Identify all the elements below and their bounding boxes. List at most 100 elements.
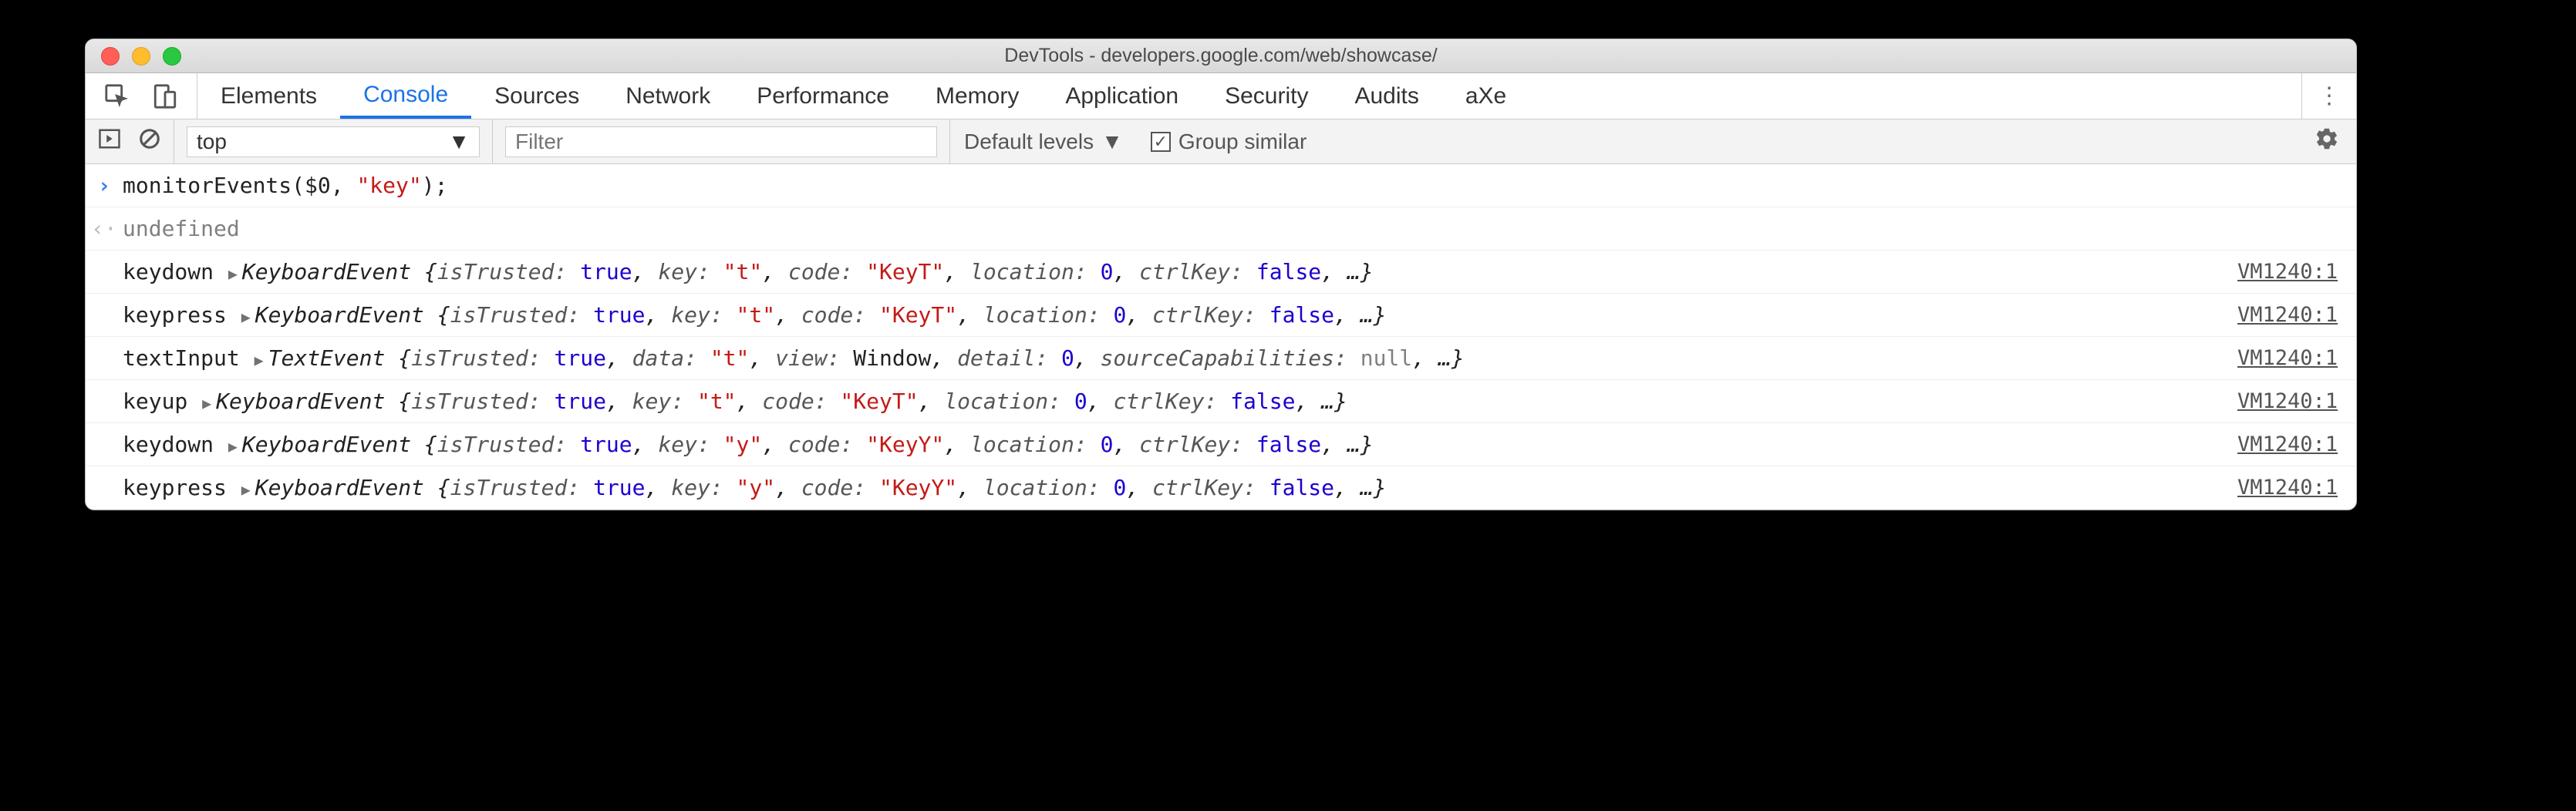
chevron-down-icon: ▼ [448, 130, 470, 154]
source-link[interactable]: VM1240:1 [2219, 476, 2356, 500]
prop-name: key: [658, 259, 723, 284]
expand-icon[interactable]: ▶ [241, 308, 251, 326]
prop-name: location: [983, 302, 1114, 328]
prop-name: code: [788, 259, 866, 284]
event-type: KeyboardEvent [255, 475, 437, 500]
prop-value: false [1230, 389, 1295, 414]
prop-name: detail: [957, 345, 1061, 371]
prop-name: key: [658, 432, 723, 457]
prop-name: isTrusted: [411, 345, 554, 371]
prop-value: null [1360, 345, 1412, 371]
event-label: textInput [123, 345, 253, 371]
event-label: keydown [123, 432, 227, 457]
code-text: monitorEvents($0, [123, 173, 356, 198]
prop-value: Window [853, 345, 931, 371]
console-event-row: keydown ▶KeyboardEvent {isTrusted: true,… [86, 423, 2356, 466]
maximize-icon[interactable] [163, 47, 181, 66]
tab-security[interactable]: Security [1202, 73, 1331, 119]
prop-name: ctrlKey: [1139, 432, 1256, 457]
prop-value: "KeyY" [879, 475, 957, 500]
prop-name: isTrusted: [437, 259, 580, 284]
devtools-window: DevTools - developers.google.com/web/sho… [85, 39, 2357, 510]
show-console-sidebar-icon[interactable] [98, 127, 121, 156]
prop-value: false [1256, 259, 1321, 284]
prop-value: "t" [697, 389, 737, 414]
tab-application[interactable]: Application [1042, 73, 1202, 119]
event-type: KeyboardEvent [242, 432, 424, 457]
filter-input[interactable] [505, 126, 937, 157]
source-link[interactable]: VM1240:1 [2219, 389, 2356, 413]
prompt-icon: › [98, 173, 111, 198]
tab-console[interactable]: Console [340, 73, 471, 119]
tab-network[interactable]: Network [602, 73, 733, 119]
chevron-down-icon: ▼ [1101, 130, 1123, 154]
event-label: keyup [123, 389, 201, 414]
inspect-element-icon[interactable] [104, 83, 130, 109]
console-toolbar: top ▼ Default levels ▼ ✓ Group similar [86, 119, 2356, 164]
log-levels-select[interactable]: Default levels ▼ [950, 130, 1137, 154]
prop-name: isTrusted: [437, 432, 580, 457]
source-link[interactable]: VM1240:1 [2219, 346, 2356, 370]
expand-icon[interactable]: ▶ [228, 437, 238, 456]
prop-name: sourceCapabilities: [1101, 345, 1360, 371]
prop-name: code: [762, 389, 840, 414]
result-value: undefined [123, 216, 240, 241]
prop-value: "y" [737, 475, 776, 500]
prop-name: key: [632, 389, 697, 414]
minimize-icon[interactable] [132, 47, 150, 66]
prop-name: ctrlKey: [1139, 259, 1256, 284]
prop-value: true [555, 345, 606, 371]
console-input-row[interactable]: › monitorEvents($0, "key"); [86, 164, 2356, 207]
prop-name: isTrusted: [450, 475, 593, 500]
tab-axe[interactable]: aXe [1442, 73, 1529, 119]
prop-value: "t" [723, 259, 763, 284]
prop-value: "KeyY" [866, 432, 944, 457]
group-similar-checkbox[interactable]: ✓ [1151, 132, 1171, 152]
console-event-row: keydown ▶KeyboardEvent {isTrusted: true,… [86, 251, 2356, 294]
expand-icon[interactable]: ▶ [255, 351, 264, 369]
prop-value: false [1269, 475, 1334, 500]
clear-console-icon[interactable] [138, 127, 161, 156]
close-icon[interactable] [101, 47, 120, 66]
event-label: keypress [123, 302, 240, 328]
prop-value: true [580, 432, 632, 457]
source-link[interactable]: VM1240:1 [2219, 260, 2356, 284]
window-title: DevTools - developers.google.com/web/sho… [86, 45, 2356, 67]
code-text: ); [422, 173, 448, 198]
source-link[interactable]: VM1240:1 [2219, 432, 2356, 456]
prop-name: location: [944, 389, 1074, 414]
prop-name: location: [983, 475, 1114, 500]
expand-icon[interactable]: ▶ [228, 264, 238, 283]
device-toolbar-icon[interactable] [152, 83, 178, 109]
prop-value: false [1269, 302, 1334, 328]
tab-audits[interactable]: Audits [1331, 73, 1441, 119]
titlebar: DevTools - developers.google.com/web/sho… [86, 39, 2356, 73]
console-event-row: textInput ▶TextEvent {isTrusted: true, d… [86, 337, 2356, 380]
prop-name: key: [671, 302, 736, 328]
log-levels-label: Default levels [964, 130, 1094, 154]
prop-value: 0 [1101, 259, 1114, 284]
prop-value: 0 [1113, 302, 1126, 328]
console-settings-icon[interactable] [2298, 126, 2356, 156]
prop-value: 0 [1101, 432, 1114, 457]
execution-context-select[interactable]: top ▼ [187, 126, 480, 157]
tab-performance[interactable]: Performance [733, 73, 912, 119]
event-type: TextEvent [268, 345, 399, 371]
expand-icon[interactable]: ▶ [202, 394, 211, 412]
console-event-row: keypress ▶KeyboardEvent {isTrusted: true… [86, 466, 2356, 510]
execution-context-value: top [197, 130, 227, 154]
console-log: › monitorEvents($0, "key"); ‹· undefined… [86, 164, 2356, 510]
prop-value: 0 [1061, 345, 1074, 371]
prop-value: "y" [723, 432, 763, 457]
prop-value: 0 [1113, 475, 1126, 500]
tab-elements[interactable]: Elements [197, 73, 340, 119]
tab-sources[interactable]: Sources [471, 73, 602, 119]
more-menu-icon[interactable]: ⋮ [2318, 82, 2341, 109]
tab-memory[interactable]: Memory [912, 73, 1042, 119]
result-icon: ‹· [91, 216, 117, 241]
prop-name: code: [801, 302, 879, 328]
prop-name: ctrlKey: [1152, 302, 1269, 328]
source-link[interactable]: VM1240:1 [2219, 303, 2356, 327]
console-event-row: keyup ▶KeyboardEvent {isTrusted: true, k… [86, 380, 2356, 423]
expand-icon[interactable]: ▶ [241, 480, 251, 499]
